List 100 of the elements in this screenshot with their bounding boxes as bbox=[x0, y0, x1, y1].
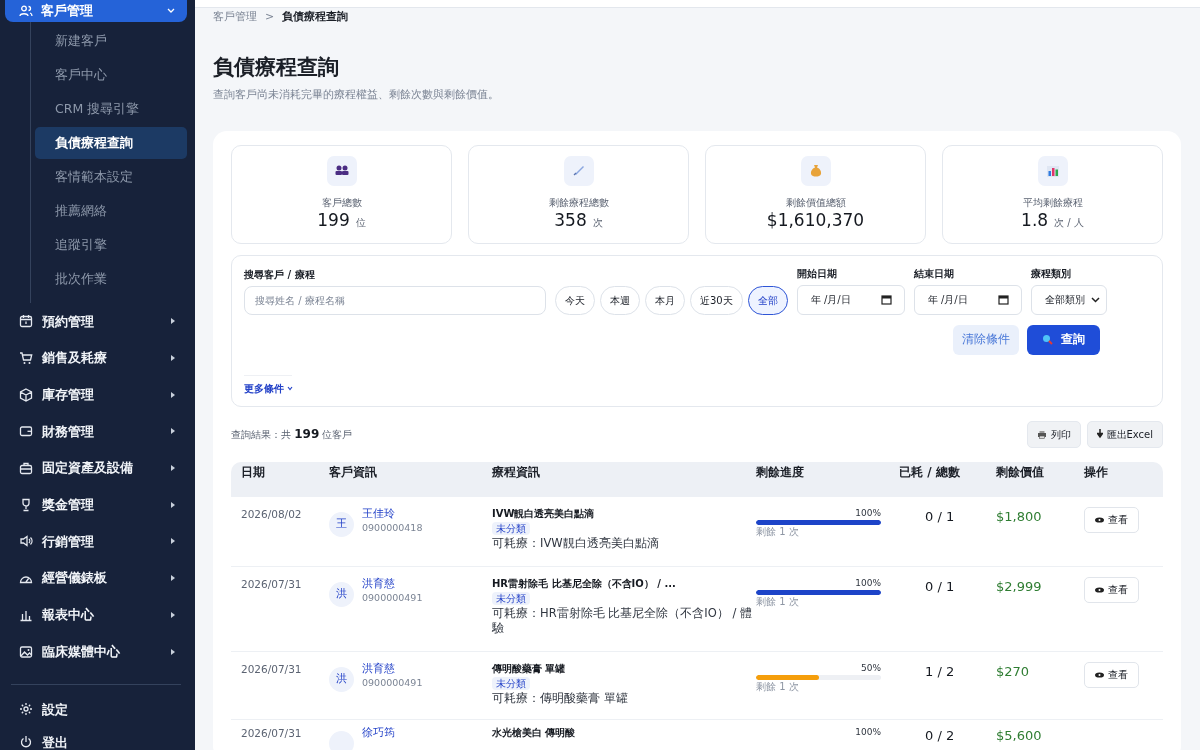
consumable-text: 可耗療：IVW靚白透亮美白點滴 bbox=[492, 535, 660, 552]
avatar: 洪 bbox=[329, 666, 354, 692]
box-icon bbox=[19, 387, 33, 402]
customer-name-link[interactable]: 洪育慈 bbox=[362, 576, 423, 592]
sidebar-item[interactable]: 報表中心 bbox=[5, 596, 187, 634]
progress-percent: 100% bbox=[854, 506, 881, 520]
table-cell-text: 2026/07/31 bbox=[241, 576, 303, 592]
table-cell-text: 0 / 1 bbox=[924, 507, 956, 526]
column-header: 已耗 / 總數 bbox=[899, 463, 961, 481]
expand-arrow-icon bbox=[171, 648, 175, 655]
chevron-icon bbox=[287, 385, 293, 391]
sidebar-item[interactable]: 庫存管理 bbox=[5, 376, 187, 414]
progress-percent: 100% bbox=[854, 576, 881, 590]
eye-icon bbox=[1095, 586, 1104, 593]
stat-unit: 次 / 人 bbox=[1054, 216, 1084, 228]
search-field[interactable]: 搜尋姓名 / 療程名稱 bbox=[244, 285, 546, 315]
stat-label: 平均剩餘療程 bbox=[1022, 195, 1083, 210]
remaining-value: $270 bbox=[996, 662, 1031, 681]
remaining-value: $1,800 bbox=[996, 507, 1043, 526]
eye-icon bbox=[1095, 516, 1104, 523]
table-cell-text: 2026/07/31 bbox=[241, 725, 303, 741]
avatar: 王 bbox=[329, 511, 354, 537]
date-range-chip[interactable]: 本月 bbox=[645, 285, 685, 315]
table-cell-text: 2026/08/02 bbox=[241, 506, 303, 522]
sidebar-subitem[interactable]: 推薦網絡 bbox=[35, 195, 187, 227]
sidebar-item[interactable]: 行銷管理 bbox=[5, 523, 187, 560]
sidebar-subitem[interactable]: 批次作業 bbox=[35, 263, 187, 295]
stat-label: 客戶總數 bbox=[321, 195, 362, 210]
end-date-field[interactable]: 年 /月/日 bbox=[913, 284, 1022, 315]
sidebar-item[interactable]: 設定 bbox=[5, 692, 187, 726]
field-label: 結束日期 bbox=[913, 266, 955, 281]
progress-percent: 100% bbox=[854, 725, 881, 739]
export-button[interactable]: 匯出Excel bbox=[1086, 420, 1163, 448]
stat-label: 剩餘價值總額 bbox=[785, 195, 846, 210]
calendar-icon bbox=[880, 294, 892, 306]
sidebar-item[interactable]: 登出 bbox=[5, 725, 187, 750]
expand-arrow-icon bbox=[171, 465, 175, 472]
stat-value: 1.8 bbox=[1021, 209, 1049, 230]
course-title: HR雷射除毛 比基尼全除（不含IO） / ... bbox=[492, 576, 677, 591]
view-button[interactable]: 查看 bbox=[1084, 661, 1139, 688]
category-tag: 未分類 bbox=[492, 521, 530, 535]
result-summary: 查詢結果：共 199 位客戶 bbox=[231, 426, 353, 444]
sidebar-item[interactable]: 銷售及耗療 bbox=[5, 339, 187, 377]
course-title: IVW靚白透亮美白點滴 bbox=[492, 506, 596, 521]
trophy-icon bbox=[19, 497, 33, 512]
stat-unit: 位 bbox=[355, 216, 366, 228]
sidebar-group-header[interactable]: 客戶管理 bbox=[5, 0, 187, 22]
gear-icon bbox=[19, 702, 33, 717]
sidebar-item[interactable]: 固定資產及設備 bbox=[5, 449, 187, 487]
breadcrumb-item: 負債療程查詢 bbox=[282, 9, 349, 25]
sidebar-item[interactable]: 獎金管理 bbox=[5, 486, 187, 524]
field-label: 開始日期 bbox=[796, 266, 838, 281]
clear-button[interactable]: 清除條件 bbox=[953, 324, 1019, 355]
sidebar-subitem[interactable]: 客戶中心 bbox=[35, 59, 187, 91]
table-cell-text: 2026/07/31 bbox=[241, 661, 303, 677]
stat-unit: 次 bbox=[592, 216, 603, 228]
page-title: 負債療程查詢 bbox=[213, 53, 340, 81]
sidebar-subitem[interactable]: 負債療程查詢 bbox=[35, 127, 187, 159]
search-button[interactable]: 查詢 bbox=[1027, 324, 1100, 355]
sidebar-item[interactable]: 經營儀錶板 bbox=[5, 559, 187, 597]
view-button[interactable]: 查看 bbox=[1084, 506, 1139, 533]
date-range-chip[interactable]: 近30天 bbox=[690, 285, 743, 315]
date-range-chip[interactable]: 今天 bbox=[555, 285, 595, 315]
customer-name-link[interactable]: 王佳玲 bbox=[362, 506, 423, 522]
sidebar-subitem[interactable]: 新建客戶 bbox=[35, 25, 187, 57]
date-range-chip[interactable]: 全部 bbox=[747, 285, 788, 315]
consumable-text: 可耗療：HR雷射除毛 比基尼全除（不含IO） / 體驗 bbox=[492, 605, 753, 637]
sidebar-item[interactable]: 預約管理 bbox=[5, 303, 187, 340]
category-tag: 未分類 bbox=[492, 591, 530, 605]
sidebar-subitem[interactable]: 追蹤引擎 bbox=[35, 229, 187, 261]
customer-name-link[interactable]: 洪育慈 bbox=[362, 661, 423, 677]
expand-arrow-icon bbox=[171, 318, 175, 325]
expand-arrow-icon bbox=[171, 428, 175, 435]
image-icon bbox=[19, 644, 33, 659]
date-range-chip[interactable]: 本週 bbox=[600, 285, 640, 315]
sidebar-subitem[interactable]: 客情範本設定 bbox=[35, 161, 187, 193]
column-header: 客戶資訊 bbox=[329, 463, 378, 481]
print-button[interactable]: 列印 bbox=[1026, 420, 1081, 448]
remaining-count: 剩餘 1 次 bbox=[756, 680, 800, 694]
more-filters-link[interactable]: 更多條件 bbox=[244, 380, 284, 396]
briefcase-icon bbox=[19, 461, 33, 476]
expand-arrow-icon bbox=[171, 575, 175, 582]
remaining-count: 剩餘 1 次 bbox=[756, 525, 800, 539]
expand-arrow-icon bbox=[171, 538, 175, 545]
sidebar-subitem[interactable]: CRM 搜尋引擎 bbox=[35, 93, 187, 125]
start-date-field[interactable]: 年 /月/日 bbox=[796, 284, 905, 315]
sidebar-item[interactable]: 臨床媒體中心 bbox=[5, 633, 187, 670]
page-subtitle: 查詢客戶尚未消耗完畢的療程權益、剩餘次數與剩餘價值。 bbox=[213, 87, 500, 102]
column-header: 剩餘價值 bbox=[996, 463, 1045, 481]
sidebar-item[interactable]: 財務管理 bbox=[5, 413, 187, 450]
stat-value: 358 bbox=[554, 209, 587, 230]
progress-percent: 50% bbox=[860, 661, 881, 675]
course-title: 水光槍美白 傳明酸 bbox=[492, 725, 577, 740]
category-select[interactable]: 全部類別 bbox=[1030, 284, 1107, 315]
breadcrumb-item[interactable]: 客戶管理 bbox=[213, 9, 257, 26]
power-icon bbox=[19, 735, 33, 750]
view-button[interactable]: 查看 bbox=[1084, 576, 1139, 603]
breadcrumb-separator: > bbox=[265, 9, 275, 25]
customer-name-link[interactable]: 徐巧筠 bbox=[362, 725, 395, 741]
customer-phone: 0900000491 bbox=[362, 591, 423, 606]
